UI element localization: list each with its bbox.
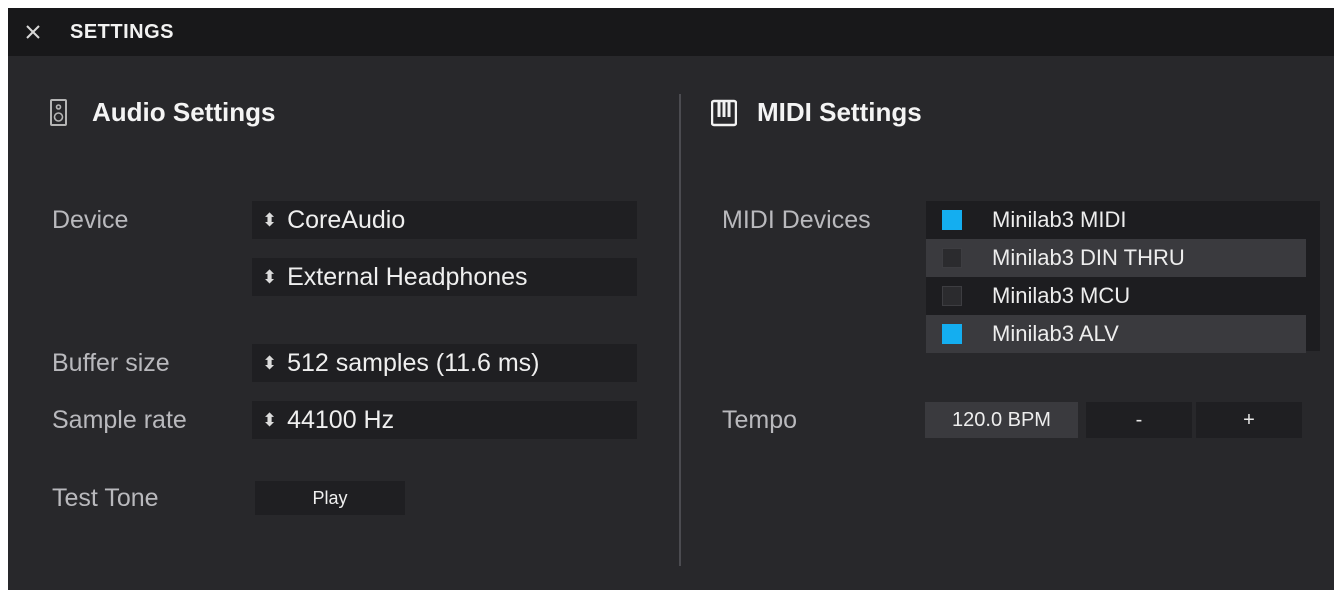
midi-device-row[interactable]: Minilab3 MIDI xyxy=(926,201,1306,239)
midi-device-row[interactable]: Minilab3 MCU xyxy=(926,277,1306,315)
device-driver-select[interactable]: ⬍ CoreAudio xyxy=(252,201,637,239)
device-checkbox[interactable] xyxy=(942,210,962,230)
device-driver-value: CoreAudio xyxy=(287,205,406,234)
device-output-value: External Headphones xyxy=(287,262,528,291)
play-button[interactable]: Play xyxy=(255,481,405,515)
audio-settings-header: Audio Settings xyxy=(46,97,275,128)
buffer-size-value: 512 samples (11.6 ms) xyxy=(287,348,540,377)
tempo-increase-button[interactable]: + xyxy=(1196,402,1302,438)
title-bar: SETTINGS xyxy=(8,8,1334,56)
device-checkbox[interactable] xyxy=(942,286,962,306)
device-name: Minilab3 ALV xyxy=(992,321,1119,346)
close-icon[interactable] xyxy=(23,22,43,42)
tempo-label: Tempo xyxy=(722,406,798,434)
midi-device-row[interactable]: Minilab3 ALV xyxy=(926,315,1306,353)
midi-settings-title: MIDI Settings xyxy=(757,97,922,127)
device-label: Device xyxy=(52,206,129,234)
midi-settings-header: MIDI Settings xyxy=(710,97,922,128)
test-tone-label: Test Tone xyxy=(52,484,159,512)
midi-devices-label: MIDI Devices xyxy=(722,206,871,234)
section-divider xyxy=(679,94,681,566)
tempo-decrease-button[interactable]: - xyxy=(1086,402,1192,438)
midi-device-row[interactable]: Minilab3 DIN THRU xyxy=(926,239,1306,277)
midi-device-list: Minilab3 MIDI Minilab3 DIN THRU Minilab3… xyxy=(926,201,1320,353)
buffer-size-label: Buffer size xyxy=(52,349,170,377)
speaker-icon xyxy=(46,98,72,128)
settings-window: SETTINGS Audio Settings Device ⬍ CoreAud… xyxy=(8,8,1334,590)
up-down-arrows-icon: ⬍ xyxy=(262,266,278,287)
up-down-arrows-icon: ⬍ xyxy=(262,352,278,373)
piano-keys-icon xyxy=(710,98,738,128)
audio-settings-title: Audio Settings xyxy=(92,97,276,127)
sample-rate-label: Sample rate xyxy=(52,406,187,434)
tempo-value[interactable]: 120.0 BPM xyxy=(925,402,1078,438)
device-output-select[interactable]: ⬍ External Headphones xyxy=(252,258,637,296)
device-name: Minilab3 DIN THRU xyxy=(992,245,1185,270)
up-down-arrows-icon: ⬍ xyxy=(262,209,278,230)
buffer-size-select[interactable]: ⬍ 512 samples (11.6 ms) xyxy=(252,344,637,382)
device-checkbox[interactable] xyxy=(942,324,962,344)
device-checkbox[interactable] xyxy=(942,248,962,268)
sample-rate-value: 44100 Hz xyxy=(287,405,395,434)
sample-rate-select[interactable]: ⬍ 44100 Hz xyxy=(252,401,637,439)
up-down-arrows-icon: ⬍ xyxy=(262,409,278,430)
device-name: Minilab3 MCU xyxy=(992,283,1131,308)
device-name: Minilab3 MIDI xyxy=(992,207,1127,232)
window-title: SETTINGS xyxy=(70,21,175,43)
